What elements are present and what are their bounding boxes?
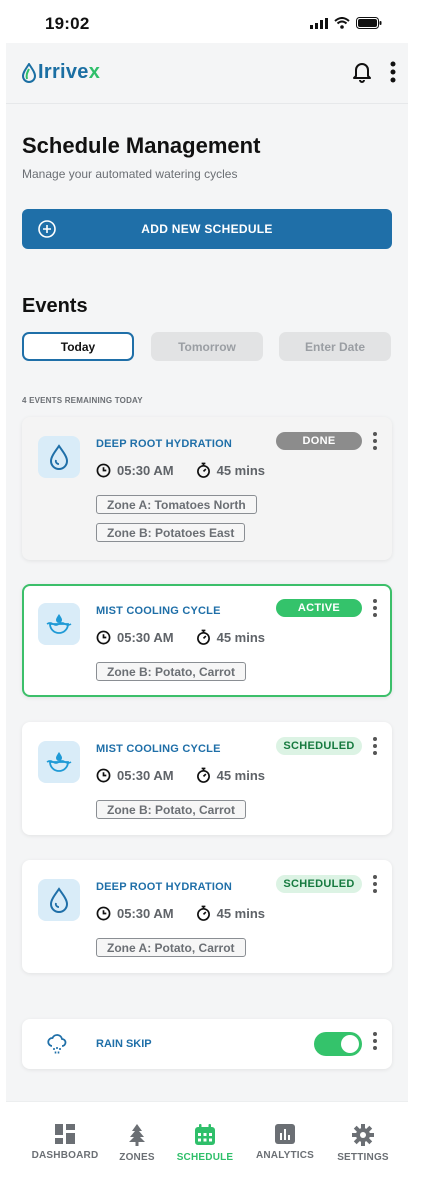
status-badge: SCHEDULED	[276, 875, 362, 893]
nav-settings[interactable]: SETTINGS	[323, 1124, 403, 1163]
event-meta: 05:30 AM 45 mins	[96, 629, 265, 645]
event-meta: 05:30 AM 45 mins	[96, 905, 265, 921]
event-menu-button[interactable]	[370, 875, 380, 899]
clock-icon	[96, 463, 111, 477]
event-menu-button[interactable]	[370, 432, 380, 456]
nav-schedule[interactable]: SCHEDULE	[165, 1124, 245, 1163]
tab-tomorrow[interactable]: Tomorrow	[151, 332, 263, 361]
more-menu-icon[interactable]	[390, 61, 396, 83]
brand-logo: Irrivex	[22, 61, 100, 84]
nav-dashboard[interactable]: DASHBOARD	[25, 1124, 105, 1161]
event-icon-box	[38, 603, 80, 645]
brand-accent: x	[88, 61, 101, 83]
event-menu-button[interactable]	[370, 737, 380, 761]
rain-skip-row: RAIN SKIP	[22, 1019, 392, 1069]
nav-analytics-label: ANALYTICS	[255, 1150, 315, 1161]
event-title: MIST COOLING CYCLE	[96, 605, 221, 617]
event-title: MIST COOLING CYCLE	[96, 743, 221, 755]
nav-dashboard-label: DASHBOARD	[31, 1150, 99, 1161]
tab-today[interactable]: Today	[22, 332, 134, 361]
top-bar: Irrivex	[6, 43, 408, 104]
droplet-icon	[49, 444, 69, 470]
plus-circle-icon	[38, 220, 56, 238]
zone-chip: Zone B: Potato, Carrot	[96, 800, 246, 819]
event-card[interactable]: DEEP ROOT HYDRATION DONE 05:30 AM 45 min…	[22, 417, 392, 560]
event-icon-box	[38, 436, 80, 478]
add-new-schedule-button[interactable]: ADD NEW SCHEDULE	[22, 209, 392, 249]
stopwatch-icon	[196, 767, 210, 783]
stopwatch-icon	[196, 462, 210, 478]
event-card[interactable]: MIST COOLING CYCLE ACTIVE 05:30 AM 45 mi…	[22, 584, 392, 697]
status-time: 19:02	[45, 14, 90, 33]
event-icon-box	[38, 879, 80, 921]
event-icon-box	[38, 741, 80, 783]
status-badge: ACTIVE	[276, 599, 362, 617]
zone-chip: Zone B: Potato, Carrot	[96, 662, 246, 681]
dashboard-icon	[55, 1124, 75, 1144]
events-heading: Events	[22, 295, 88, 317]
event-duration: 45 mins	[216, 462, 266, 478]
clock-icon	[96, 906, 111, 920]
page-title: Schedule Management	[22, 133, 261, 158]
status-badge: SCHEDULED	[276, 737, 362, 755]
cloud-rain-icon	[47, 1034, 67, 1054]
event-duration: 45 mins	[216, 905, 266, 921]
nav-settings-label: SETTINGS	[337, 1152, 389, 1163]
event-title: DEEP ROOT HYDRATION	[96, 881, 233, 893]
topbar-actions	[352, 61, 396, 83]
event-time: 05:30 AM	[117, 629, 174, 645]
wifi-icon	[334, 17, 350, 29]
nav-analytics[interactable]: ANALYTICS	[245, 1124, 325, 1161]
event-meta: 05:30 AM 45 mins	[96, 462, 265, 478]
tree-icon	[129, 1124, 145, 1146]
mist-icon	[46, 614, 72, 634]
bar-chart-icon	[275, 1124, 295, 1144]
status-badge: DONE	[276, 432, 362, 450]
rain-skip-label: RAIN SKIP	[96, 1038, 152, 1050]
event-meta: 05:30 AM 45 mins	[96, 767, 265, 783]
event-time: 05:30 AM	[117, 905, 174, 921]
app-screen: Irrivex Schedule Management Manage your …	[6, 43, 408, 1191]
battery-icon	[356, 17, 382, 29]
clock-icon	[96, 768, 111, 782]
gear-icon	[352, 1124, 374, 1146]
clock-icon	[96, 630, 111, 644]
status-bar: 19:02	[0, 0, 422, 44]
toggle-knob	[341, 1035, 359, 1053]
event-title: DEEP ROOT HYDRATION	[96, 438, 233, 450]
events-remaining: 4 EVENTS REMAINING TODAY	[22, 396, 143, 405]
rain-skip-toggle[interactable]	[314, 1032, 362, 1056]
mist-icon	[46, 752, 72, 772]
zone-chip: Zone A: Tomatoes North	[96, 495, 257, 514]
event-duration: 45 mins	[216, 767, 266, 783]
stopwatch-icon	[196, 629, 210, 645]
page-subtitle: Manage your automated watering cycles	[22, 167, 238, 181]
event-time: 05:30 AM	[117, 767, 174, 783]
event-card[interactable]: DEEP ROOT HYDRATION SCHEDULED 05:30 AM 4…	[22, 860, 392, 973]
calendar-icon	[195, 1124, 215, 1145]
rain-skip-menu-button[interactable]	[370, 1032, 380, 1056]
stopwatch-icon	[196, 905, 210, 921]
status-icons	[310, 17, 382, 29]
event-duration: 45 mins	[216, 629, 266, 645]
brand-text: Irrive	[38, 61, 89, 83]
droplet-icon	[49, 887, 69, 913]
event-menu-button[interactable]	[370, 599, 380, 623]
nav-schedule-label: SCHEDULE	[176, 1152, 234, 1163]
bottom-nav: DASHBOARD ZONES SCHEDULE ANALYTICS SETTI…	[6, 1101, 408, 1191]
bell-icon[interactable]	[352, 61, 372, 83]
signal-icon	[310, 17, 328, 29]
brand-name: Irrivex	[38, 61, 100, 84]
event-time: 05:30 AM	[117, 462, 174, 478]
zone-chip: Zone B: Potatoes East	[96, 523, 246, 542]
nav-zones-label: ZONES	[119, 1152, 155, 1163]
add-new-schedule-label: ADD NEW SCHEDULE	[141, 222, 273, 236]
zone-chip: Zone A: Potato, Carrot	[96, 938, 246, 957]
leaf-drop-icon	[22, 62, 36, 83]
day-tabs: Today Tomorrow Enter Date	[22, 332, 392, 361]
tab-enter-date[interactable]: Enter Date	[279, 332, 391, 361]
event-card[interactable]: MIST COOLING CYCLE SCHEDULED 05:30 AM 45…	[22, 722, 392, 835]
